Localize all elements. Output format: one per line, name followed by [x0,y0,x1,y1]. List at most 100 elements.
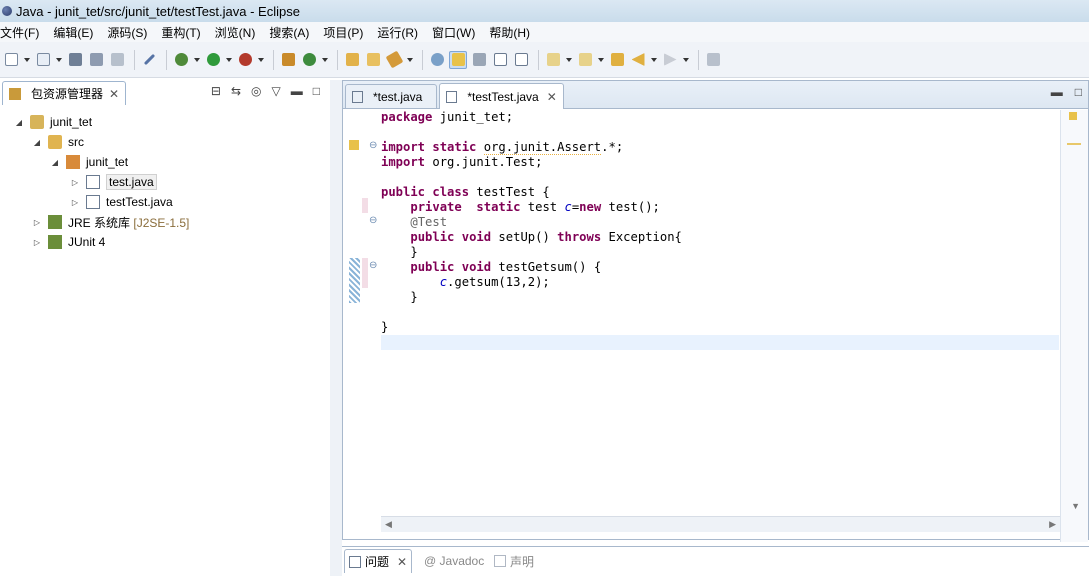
close-icon[interactable]: ✕ [109,87,119,101]
back-icon[interactable] [629,51,647,69]
code-line: package junit_tet; [381,110,514,124]
tab-javadoc[interactable]: @ Javadoc [420,549,488,573]
view-menu-icon[interactable]: ▽ [272,84,281,98]
tab-package-explorer[interactable]: 包资源管理器 ✕ [2,81,127,105]
close-icon[interactable]: ✕ [397,555,407,569]
print-icon[interactable] [108,51,126,69]
search-dropdown[interactable] [406,51,413,69]
scroll-right-icon[interactable]: ▶ [1049,519,1056,530]
fold-icon[interactable]: ⊖ [369,140,377,151]
menu-project[interactable]: 项目(P) [323,24,368,41]
panel-divider[interactable] [330,80,342,576]
external-tools-dropdown[interactable] [257,51,264,69]
external-tools-icon[interactable] [236,51,254,69]
fold-icon[interactable]: ⊖ [369,215,377,226]
new-class-icon[interactable] [300,51,318,69]
close-icon[interactable]: ✕ [547,90,557,104]
collapsed-arrow-icon[interactable]: ▷ [32,217,42,227]
minimize-icon[interactable]: ▬ [1051,85,1063,99]
new-icon[interactable] [2,51,20,69]
warning-icon [349,140,359,150]
toggle-breadcrumb-icon[interactable] [470,51,488,69]
window-title: Java - junit_tet/src/junit_tet/testTest.… [16,3,300,19]
menu-search[interactable]: 搜索(A) [269,24,314,41]
tab-label: *testTest.java [467,89,539,104]
menu-window[interactable]: 窗口(W) [432,24,480,41]
menu-navigate[interactable]: 浏览(N) [215,24,261,41]
horizontal-scrollbar[interactable]: ◀ ▶ [381,516,1060,532]
last-edit-location-icon[interactable] [608,51,626,69]
save-all-icon[interactable] [87,51,105,69]
code-line: @Test [381,215,1059,230]
title-bar: Java - junit_tet/src/junit_tet/testTest.… [0,0,1089,22]
collapsed-arrow-icon[interactable]: ▷ [70,177,80,187]
collapsed-arrow-icon[interactable]: ▷ [70,197,80,207]
menu-source[interactable]: 源码(S) [107,24,152,41]
menu-help[interactable]: 帮助(H) [489,24,535,41]
expanded-arrow-icon[interactable]: ◢ [50,157,60,167]
maximize-icon[interactable]: □ [1075,85,1082,99]
menu-file[interactable]: 文件(F) [0,24,44,41]
open-task-icon[interactable] [364,51,382,69]
collapsed-arrow-icon[interactable]: ▷ [32,237,42,247]
menu-edit[interactable]: 编辑(E) [53,24,98,41]
previous-annotation-icon[interactable] [576,51,594,69]
search-icon[interactable] [385,50,403,69]
tab-testtest-java[interactable]: *testTest.java ✕ [439,83,564,109]
tree-item-project[interactable]: ◢ junit_tet [0,112,330,132]
run-icon[interactable] [204,51,222,69]
forward-dropdown[interactable] [682,51,689,69]
tab-test-java[interactable]: *test.java [345,84,438,108]
debug-dropdown[interactable] [193,51,200,69]
debug-icon[interactable] [172,51,190,69]
link-with-editor-icon[interactable]: ⇆ [231,84,241,98]
new-package-icon[interactable] [279,51,297,69]
expanded-arrow-icon[interactable]: ◢ [32,137,42,147]
forward-icon[interactable] [661,51,679,69]
jre-library-name: JRE 系统库 [68,215,131,230]
toggle-ant-icon[interactable] [428,51,446,69]
package-explorer-tools: ⊟ ⇆ ◎ ▽ ▬ □ [201,84,320,98]
focus-on-workset-icon[interactable]: ◎ [251,84,261,98]
previous-annotation-dropdown[interactable] [597,51,604,69]
new-project-icon[interactable] [34,51,52,69]
open-type-icon[interactable] [343,51,361,69]
minimize-icon[interactable]: ▬ [291,84,303,98]
code-area[interactable]: package junit_tet; import static org.jun… [381,110,1059,516]
collapse-all-icon[interactable]: ⊟ [211,84,221,98]
block-selection-icon[interactable] [491,51,509,69]
fold-icon[interactable]: ⊖ [369,260,377,271]
scroll-down-icon[interactable]: ▼ [1071,501,1080,511]
tree-item-package[interactable]: ◢ junit_tet [0,152,330,172]
tree-item-test-java[interactable]: ▷ test.java [0,172,330,192]
next-annotation-icon[interactable] [544,51,562,69]
expanded-arrow-icon[interactable]: ◢ [14,117,24,127]
maximize-icon[interactable]: □ [313,84,320,98]
tree-item-junit-library[interactable]: ▷ JUnit 4 [0,232,330,252]
back-dropdown[interactable] [650,51,657,69]
tab-javadoc-label: @ Javadoc [424,554,485,568]
new-class-dropdown[interactable] [321,51,328,69]
overview-ruler[interactable] [1060,110,1088,542]
tab-problems-label: 问题 [365,555,390,569]
menu-refactor[interactable]: 重构(T) [161,24,205,41]
tree-item-testtest-java[interactable]: ▷ testTest.java [0,192,330,212]
tree-item-jre-library[interactable]: ▷ JRE 系统库 [J2SE-1.5] [0,212,330,232]
pin-editor-icon[interactable] [704,51,722,69]
run-dropdown[interactable] [225,51,232,69]
next-annotation-dropdown[interactable] [565,51,572,69]
skip-breakpoints-icon[interactable] [140,51,158,69]
new-project-dropdown[interactable] [55,51,62,69]
keyword: public [410,260,455,274]
keyword: class [432,185,470,199]
save-icon[interactable] [66,51,84,69]
new-dropdown[interactable] [23,51,30,69]
tab-declaration[interactable]: 声明 [490,549,538,573]
scroll-left-icon[interactable]: ◀ [385,519,392,530]
tree-item-src[interactable]: ◢ src [0,132,330,152]
mark-occurrences-icon[interactable] [449,50,467,69]
tab-problems[interactable]: 问题 ✕ [344,549,413,573]
menu-run[interactable]: 运行(R) [377,24,423,41]
show-whitespace-icon[interactable] [512,51,530,69]
